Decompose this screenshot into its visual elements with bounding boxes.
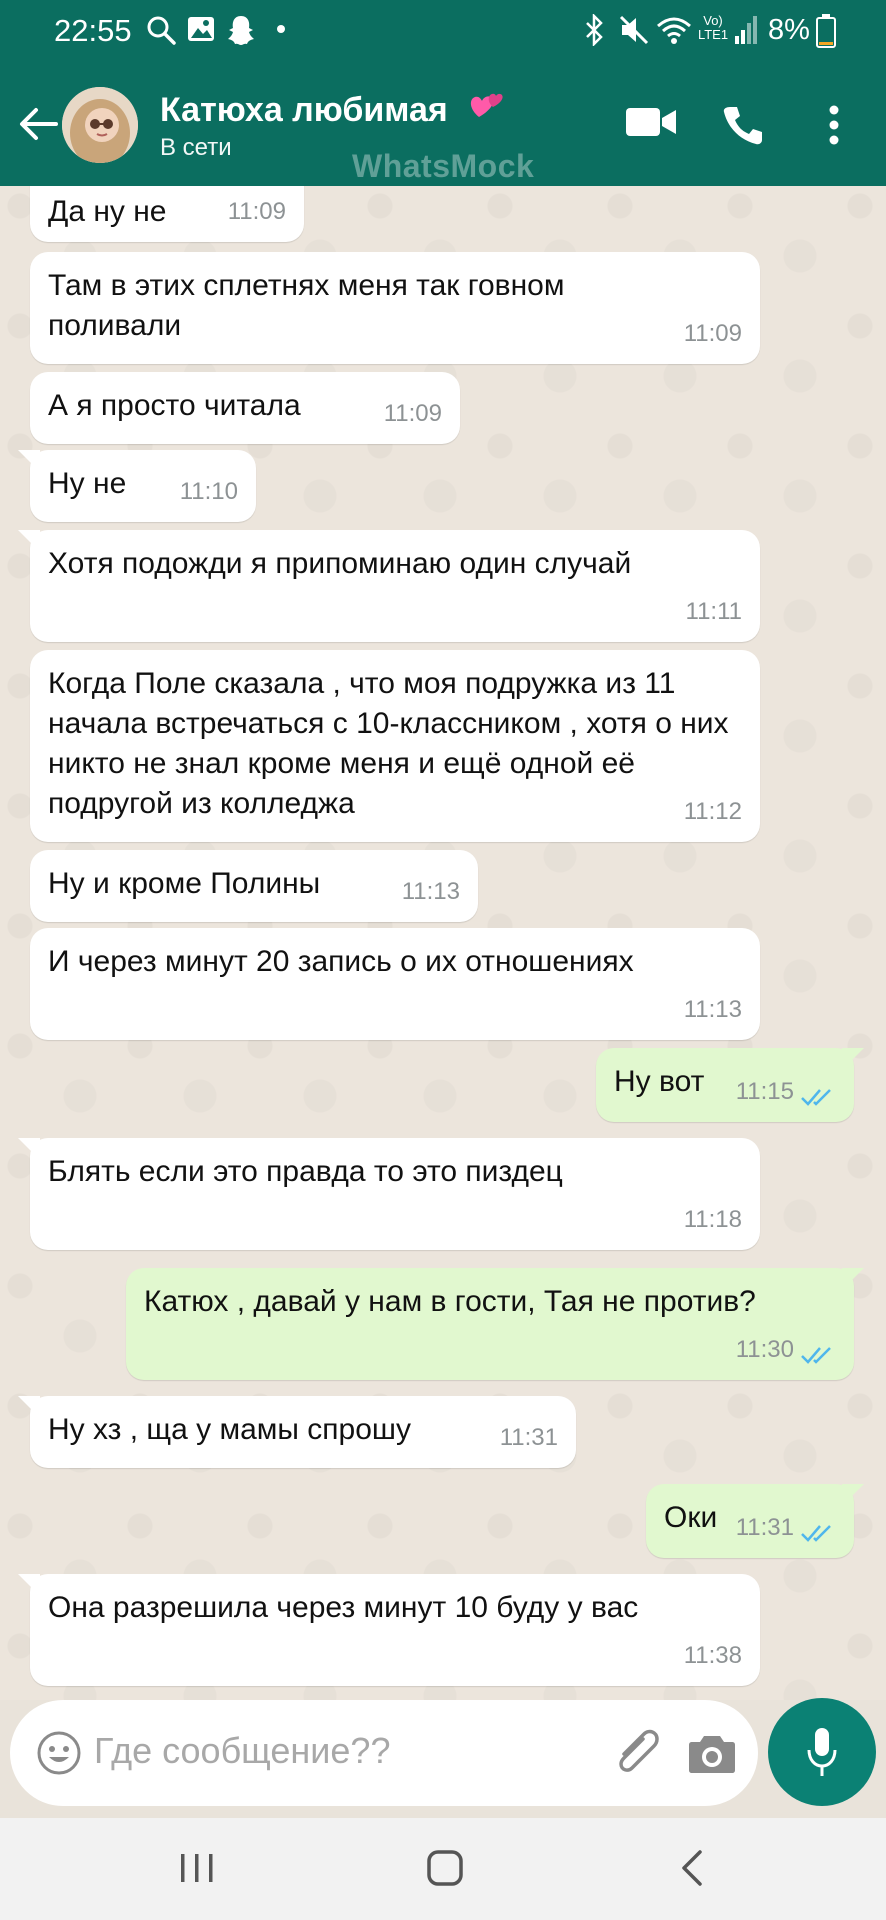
two-hearts-icon	[467, 89, 505, 130]
message-outgoing[interactable]: Катюх , давай у нам в гости, Тая не прот…	[126, 1268, 854, 1380]
mic-icon	[807, 1728, 837, 1776]
double-check-icon	[801, 1089, 831, 1106]
message-time: 11:13	[683, 996, 742, 1023]
home-icon[interactable]	[420, 1848, 470, 1888]
battery-percent: 8%	[768, 14, 810, 46]
message-text: Блять если это правда то это пиздец	[48, 1155, 563, 1188]
message-time: 11:09	[383, 400, 442, 427]
message-time: 11:09	[227, 198, 286, 225]
message-time: 11:31	[735, 1514, 794, 1541]
message-text: Когда Поле сказала , что моя подружка из…	[48, 667, 729, 820]
message-time: 11:13	[401, 878, 460, 905]
dot-icon	[277, 25, 285, 33]
message-text: Там в этих сплетнях меня так говном поли…	[48, 269, 565, 342]
network-label: Vo) LTE1	[697, 13, 729, 42]
double-check-icon	[801, 1347, 831, 1364]
message-incoming[interactable]: А я просто читала 11:09	[30, 372, 460, 444]
message-incoming[interactable]: И через минут 20 запись о их отношениях …	[30, 928, 760, 1040]
bubble-tail	[18, 530, 40, 552]
message-incoming[interactable]: Хотя подожди я припоминаю один случай 11…	[30, 530, 760, 642]
wifi-icon	[657, 17, 691, 44]
back-nav-icon[interactable]	[668, 1848, 718, 1888]
more-options-icon[interactable]	[828, 104, 840, 146]
message-time: 11:11	[685, 598, 743, 625]
message-text: Хотя подожди я припоминаю один случай	[48, 547, 632, 580]
message-time: 11:31	[499, 1424, 558, 1451]
gallery-icon	[188, 17, 214, 41]
contact-status: В сети	[160, 134, 232, 161]
message-text: И через минут 20 запись о их отношениях	[48, 945, 634, 978]
camera-icon[interactable]	[688, 1730, 736, 1776]
mute-icon	[619, 15, 649, 45]
bubble-tail	[18, 1574, 40, 1596]
phone-call-icon[interactable]	[722, 104, 764, 146]
bluetooth-icon	[586, 14, 603, 46]
contact-avatar-image	[62, 87, 138, 163]
message-incoming[interactable]: Да ну не 11:09	[30, 186, 304, 242]
message-time: 11:15	[735, 1078, 794, 1105]
contact-name[interactable]: Катюха любимая	[160, 89, 505, 130]
bubble-tail	[842, 1048, 864, 1070]
emoji-icon[interactable]	[36, 1730, 82, 1776]
message-incoming[interactable]: Ну не 11:10	[30, 450, 256, 522]
status-bar: 22:55 Vo) LTE1 8%	[0, 0, 886, 62]
double-check-icon	[801, 1525, 831, 1542]
message-text: Катюх , давай у нам в гости, Тая не прот…	[144, 1285, 756, 1318]
bubble-tail	[842, 1484, 864, 1506]
message-incoming[interactable]: Блять если это правда то это пиздец 11:1…	[30, 1138, 760, 1250]
contact-name-text: Катюха любимая	[160, 91, 448, 129]
message-input-bar[interactable]: Где сообщение??	[10, 1700, 758, 1806]
hearts-emoji	[471, 93, 503, 117]
message-incoming[interactable]: Ну и кроме Полины 11:13	[30, 850, 478, 922]
recent-apps-icon[interactable]	[172, 1848, 222, 1888]
message-time: 11:18	[683, 1206, 742, 1233]
watermark: WhatsMock	[352, 148, 535, 184]
bubble-tail	[842, 1268, 864, 1290]
message-text: Она разрешила через минут 10 буду у вас	[48, 1591, 639, 1624]
status-time: 22:55	[54, 13, 132, 48]
back-arrow-icon[interactable]	[16, 102, 60, 146]
chat-header: Катюха любимая В сети WhatsMock	[0, 62, 886, 186]
search-icon	[147, 16, 176, 45]
message-text: Ну хз , ща у мамы спрошу	[48, 1413, 411, 1446]
message-time: 11:09	[683, 320, 742, 347]
message-outgoing[interactable]: Ну вот 11:15	[596, 1048, 854, 1122]
message-time: 11:38	[683, 1642, 742, 1669]
message-input[interactable]: Где сообщение??	[94, 1730, 390, 1772]
message-incoming[interactable]: Там в этих сплетнях меня так говном поли…	[30, 252, 760, 364]
bubble-tail	[18, 450, 40, 472]
message-incoming[interactable]: Ну хз , ща у мамы спрошу 11:31	[30, 1396, 576, 1468]
snapchat-icon	[228, 16, 254, 45]
bubble-tail	[18, 1396, 40, 1418]
message-time: 11:10	[179, 478, 238, 505]
battery-icon	[816, 14, 836, 48]
message-outgoing[interactable]: Оки 11:31	[646, 1484, 854, 1558]
message-incoming[interactable]: Когда Поле сказала , что моя подружка из…	[30, 650, 760, 842]
video-call-icon[interactable]	[624, 104, 678, 140]
message-incoming[interactable]: Она разрешила через минут 10 буду у вас …	[30, 1574, 760, 1686]
bubble-tail	[18, 1138, 40, 1160]
system-nav-bar	[0, 1818, 886, 1920]
message-time: 11:12	[683, 798, 742, 825]
signal-icon	[735, 16, 757, 44]
voice-record-button[interactable]	[768, 1698, 876, 1806]
avatar[interactable]	[62, 87, 138, 163]
attach-icon[interactable]	[610, 1728, 664, 1780]
message-time: 11:30	[735, 1336, 794, 1363]
chat-area[interactable]: Да ну не 11:09 Там в этих сплетнях меня …	[0, 186, 886, 1700]
message-text: Ну и кроме Полины	[48, 867, 321, 900]
